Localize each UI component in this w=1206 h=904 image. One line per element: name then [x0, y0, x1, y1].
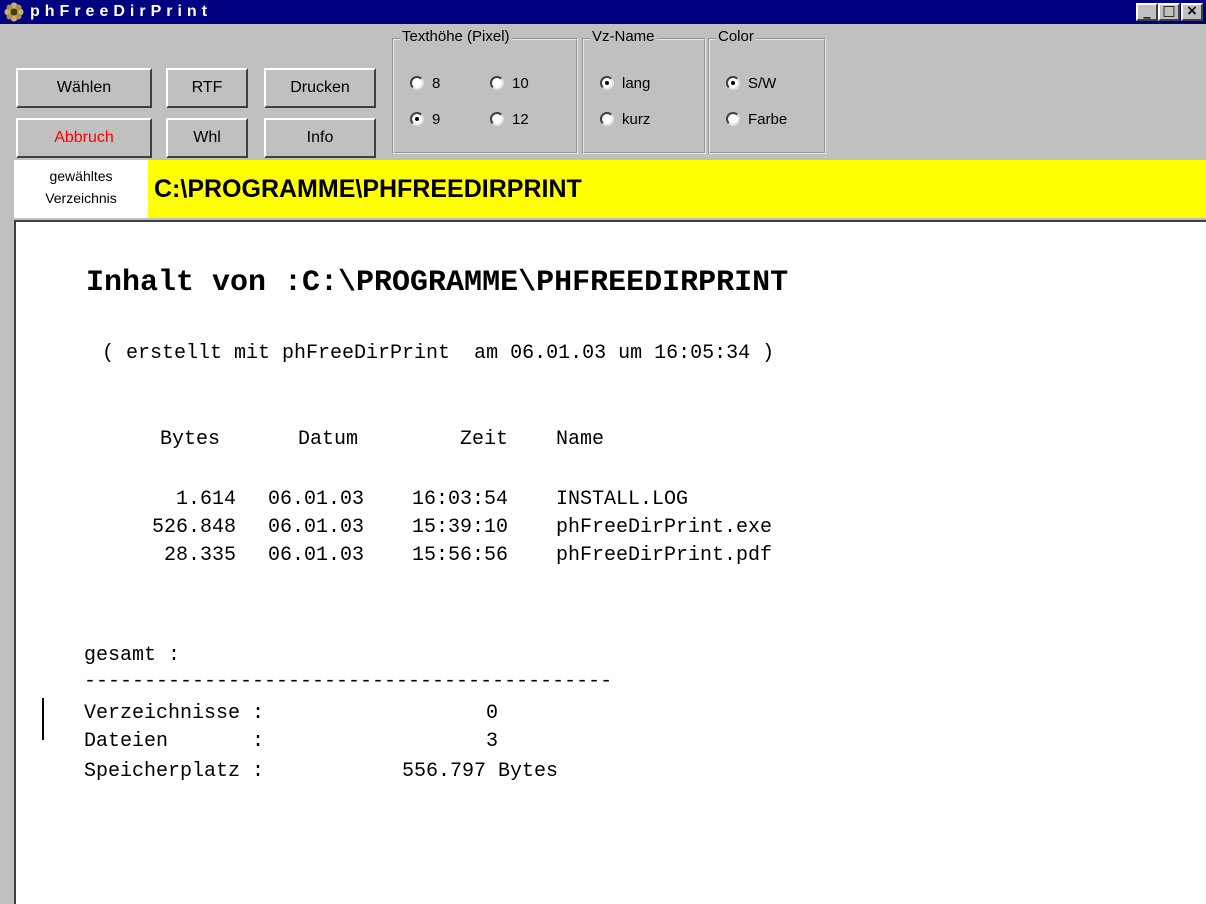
- radio-circle-icon: [410, 76, 424, 90]
- row-name: phFreeDirPrint.pdf: [556, 544, 773, 567]
- texthoehe-label: Texthöhe (Pixel): [400, 28, 512, 45]
- row-time: 15:39:10: [412, 516, 509, 539]
- selected-directory-path: C:\PROGRAMME\PHFREEDIRPRINT: [148, 160, 1206, 218]
- color-group: Color S/W Farbe: [708, 28, 826, 154]
- summary-label-speicherplatz: Speicherplatz :: [84, 760, 265, 783]
- column-header-name: Name: [556, 428, 605, 451]
- summary-label-dateien: Dateien :: [84, 730, 265, 753]
- minimize-button[interactable]: _: [1136, 3, 1158, 21]
- total-label: gesamt :: [84, 644, 181, 667]
- title-bar[interactable]: phFreeDirPrint _ □ ×: [0, 0, 1206, 24]
- vzname-radio-lang[interactable]: lang: [600, 74, 650, 94]
- row-bytes: 28.335: [163, 544, 236, 567]
- rtf-button[interactable]: RTF: [166, 68, 248, 108]
- whl-button[interactable]: Whl: [166, 118, 248, 158]
- abbruch-button[interactable]: Abbruch: [16, 118, 152, 158]
- row-bytes: 1.614: [175, 488, 236, 511]
- row-name: INSTALL.LOG: [556, 488, 689, 511]
- column-header-bytes: Bytes: [160, 428, 221, 451]
- listing-output-area[interactable]: Inhalt von :C:\PROGRAMME\PHFREEDIRPRINT …: [14, 220, 1206, 904]
- selected-directory-bar: gewähltes Verzeichnis C:\PROGRAMME\PHFRE…: [14, 160, 1206, 218]
- radio-circle-icon: [726, 112, 740, 126]
- row-date: 06.01.03: [268, 516, 365, 539]
- color-radio-farbe[interactable]: Farbe: [726, 110, 787, 130]
- selected-directory-label: gewähltes Verzeichnis: [14, 160, 148, 218]
- column-header-zeit: Zeit: [460, 428, 509, 451]
- radio-circle-icon: [490, 76, 504, 90]
- vzname-radio-kurz[interactable]: kurz: [600, 110, 650, 130]
- texthoehe-radio-10[interactable]: 10: [490, 74, 529, 94]
- texthoehe-radio-8[interactable]: 8: [410, 74, 440, 94]
- color-label: Color: [716, 28, 756, 45]
- window-title: phFreeDirPrint: [30, 3, 213, 20]
- summary-value-verzeichnisse: 0: [486, 702, 499, 725]
- row-date: 06.01.03: [268, 488, 365, 511]
- created-info: ( erstellt mit phFreeDirPrint am 06.01.0…: [102, 342, 775, 365]
- row-bytes: 526.848: [151, 516, 236, 539]
- close-button[interactable]: ×: [1181, 3, 1203, 21]
- radio-selected-icon: [600, 76, 614, 90]
- summary-value-speicherplatz: 556.797 Bytes: [402, 760, 559, 783]
- radio-circle-icon: [600, 112, 614, 126]
- color-radio-sw[interactable]: S/W: [726, 74, 776, 94]
- row-name: phFreeDirPrint.exe: [556, 516, 773, 539]
- app-flower-icon: [4, 2, 24, 22]
- texthoehe-radio-12[interactable]: 12: [490, 110, 529, 130]
- texthoehe-group: Texthöhe (Pixel) 8 10 9 12: [392, 28, 578, 154]
- row-time: 15:56:56: [412, 544, 509, 567]
- maximize-button[interactable]: □: [1158, 3, 1180, 21]
- toolbar: Wählen RTF Drucken Abbruch Whl Info Text…: [0, 24, 1206, 158]
- summary-value-dateien: 3: [486, 730, 499, 753]
- vzname-group: Vz-Name lang kurz: [582, 28, 706, 154]
- listing-heading: Inhalt von :C:\PROGRAMME\PHFREEDIRPRINT: [86, 266, 789, 300]
- waehlen-button[interactable]: Wählen: [16, 68, 152, 108]
- radio-selected-icon: [410, 112, 424, 126]
- text-cursor: [42, 698, 44, 740]
- drucken-button[interactable]: Drucken: [264, 68, 376, 108]
- radio-selected-icon: [726, 76, 740, 90]
- row-date: 06.01.03: [268, 544, 365, 567]
- info-button[interactable]: Info: [264, 118, 376, 158]
- summary-label-verzeichnisse: Verzeichnisse :: [84, 702, 265, 725]
- column-header-datum: Datum: [298, 428, 359, 451]
- vzname-label: Vz-Name: [590, 28, 657, 45]
- separator-line: ----------------------------------------…: [84, 670, 613, 693]
- radio-circle-icon: [490, 112, 504, 126]
- texthoehe-radio-9[interactable]: 9: [410, 110, 440, 130]
- row-time: 16:03:54: [412, 488, 509, 511]
